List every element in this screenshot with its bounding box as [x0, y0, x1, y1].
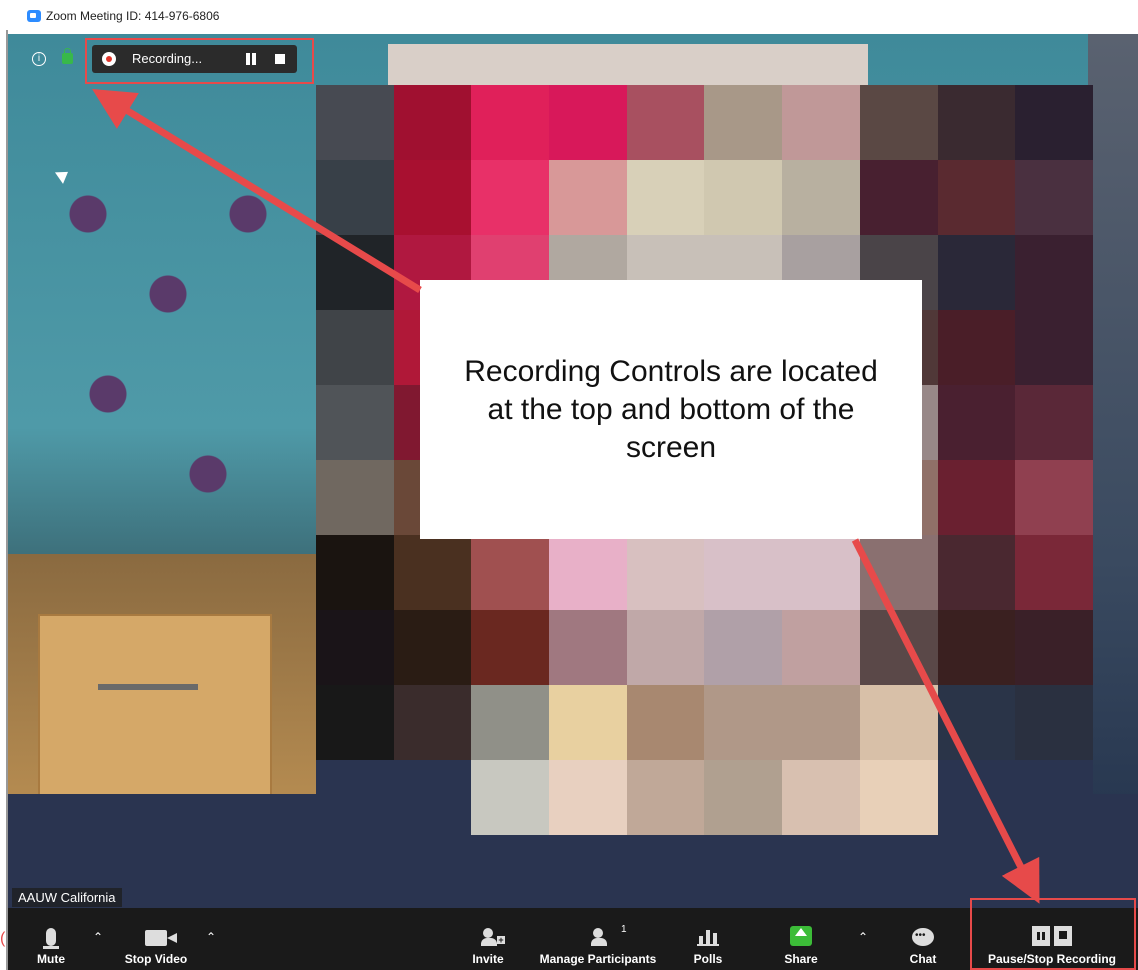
- participant-count: 1: [621, 924, 627, 935]
- mute-button[interactable]: Mute: [26, 908, 76, 970]
- arrow-to-bottom-controls: [851, 538, 1040, 904]
- participants-icon: 1: [591, 924, 627, 946]
- invite-icon: +: [481, 928, 505, 946]
- mute-label: Mute: [37, 952, 65, 966]
- stop-video-button[interactable]: Stop Video: [116, 908, 196, 970]
- chat-icon: [912, 928, 934, 946]
- share-label: Share: [784, 952, 818, 966]
- audio-options-chevron-icon[interactable]: ⌃: [93, 930, 103, 944]
- microphone-icon: [43, 928, 59, 949]
- chat-button[interactable]: Chat: [898, 908, 948, 970]
- share-icon: [790, 926, 812, 946]
- chat-label: Chat: [909, 952, 937, 966]
- share-options-chevron-icon[interactable]: ⌃: [858, 930, 868, 944]
- invite-button[interactable]: + Invite: [463, 908, 513, 970]
- invite-label: Invite: [472, 952, 504, 966]
- share-button[interactable]: Share: [776, 908, 826, 970]
- arrow-to-top-controls: [92, 89, 422, 293]
- video-camera-icon: [145, 930, 177, 946]
- participant-name: AAUW California: [12, 888, 122, 907]
- stop-video-label: Stop Video: [124, 952, 188, 966]
- meeting-toolbar: Mute ⌃ Stop Video ⌃ + Invite 1 Manage Pa…: [8, 908, 1138, 970]
- polls-label: Polls: [693, 952, 723, 966]
- polls-button[interactable]: Polls: [683, 908, 733, 970]
- manage-participants-button[interactable]: 1 Manage Participants: [530, 908, 666, 970]
- annotation-box-bottom: [970, 898, 1136, 970]
- polls-icon: [697, 926, 719, 946]
- annotation-arrows: [92, 89, 1040, 904]
- manage-participants-label: Manage Participants: [539, 952, 657, 966]
- video-options-chevron-icon[interactable]: ⌃: [206, 930, 216, 944]
- cropped-fragment: (: [0, 930, 6, 947]
